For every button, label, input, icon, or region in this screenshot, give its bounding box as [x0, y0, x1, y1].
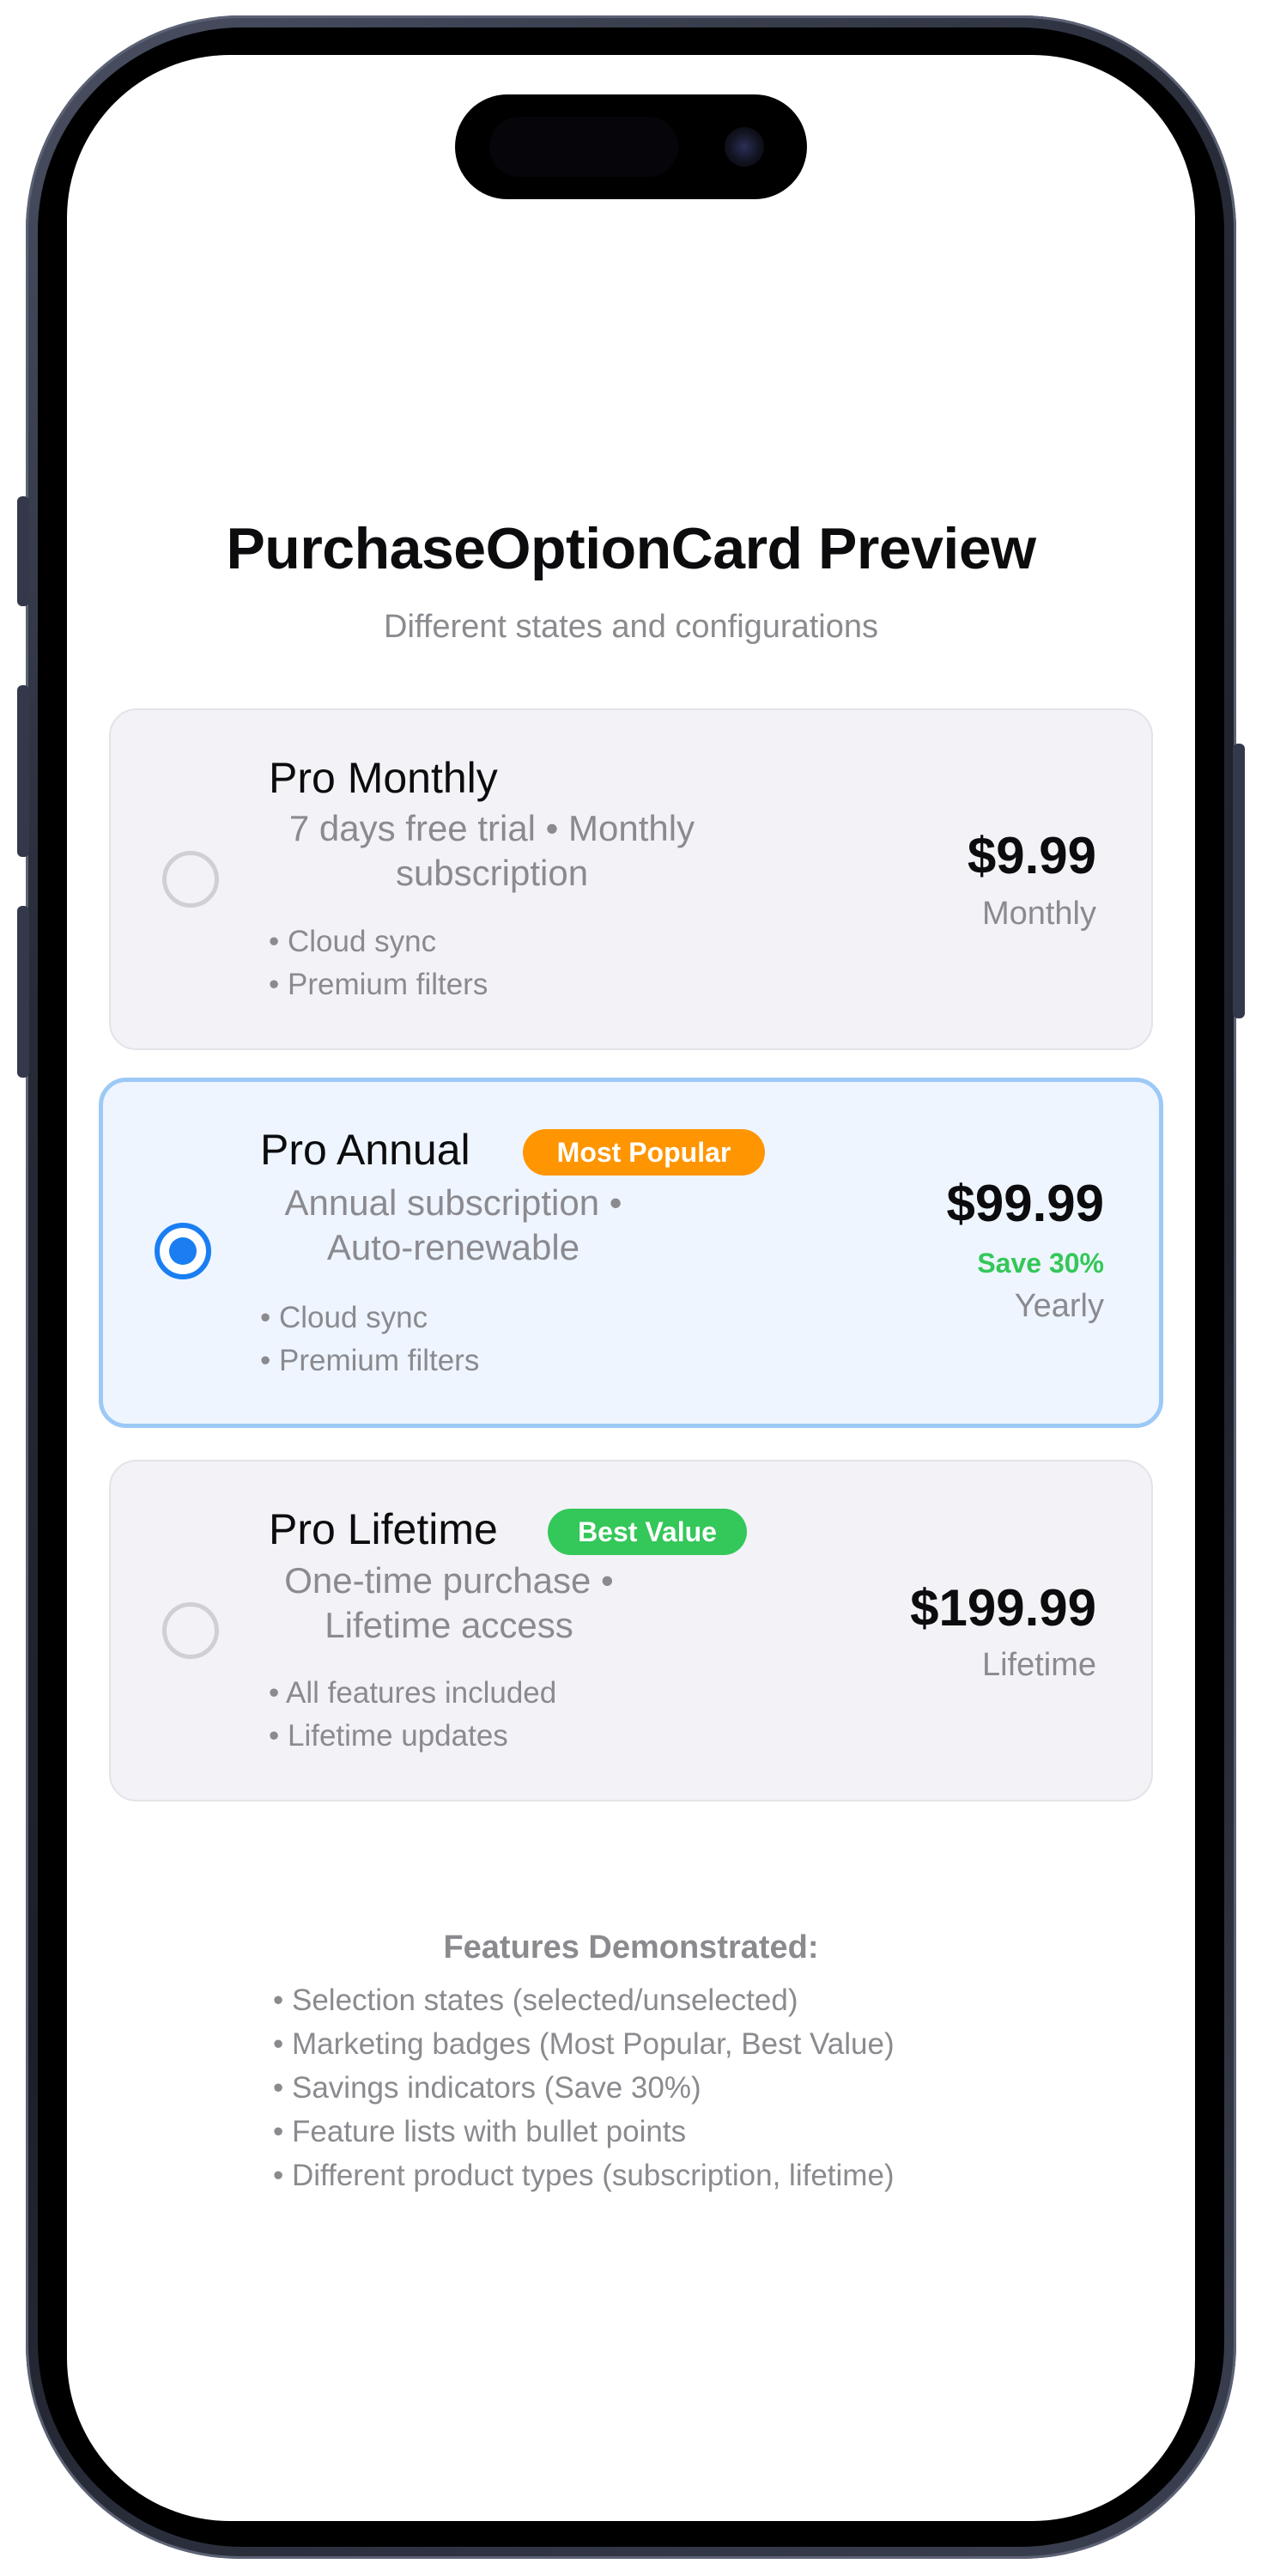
list-item: • Different product types (subscription,… [273, 2159, 895, 2192]
option-description: One-time purchase • Lifetime access [269, 1558, 629, 1648]
purchase-option-card-monthly[interactable]: Pro Monthly 7 days free trial • Monthly … [109, 708, 1153, 1050]
radio-dot [169, 1237, 197, 1265]
description-line: Auto-renewable [326, 1227, 580, 1267]
list-item: • Feature lists with bullet points [273, 2115, 687, 2148]
description-line: 7 days free trial • Monthly [288, 808, 695, 848]
option-price: $199.99 [910, 1579, 1096, 1637]
description-line: Lifetime access [325, 1605, 573, 1645]
list-item: • Marketing badges (Most Popular, Best V… [273, 2027, 895, 2061]
option-name: Pro Lifetime [269, 1505, 498, 1553]
feature-item: • All features included [269, 1676, 557, 1710]
radio-button-selected[interactable] [155, 1223, 211, 1279]
power-button [1233, 744, 1245, 1018]
description-line: Annual subscription • [284, 1182, 622, 1223]
page-subtitle: Different states and configurations [384, 609, 878, 645]
description-line: subscription [395, 853, 589, 893]
feature-item: • Premium filters [269, 968, 488, 1001]
feature-item: • Cloud sync [260, 1301, 428, 1334]
option-price: $9.99 [967, 827, 1096, 884]
list-item: • Selection states (selected/unselected) [273, 1984, 798, 2017]
savings-indicator: Save 30% [977, 1248, 1104, 1279]
feature-list: • Cloud sync • Premium filters [260, 1297, 479, 1382]
badge-most-popular: Most Popular [523, 1129, 765, 1176]
option-description: Annual subscription • Auto-renewable [260, 1181, 646, 1270]
description-line: One-time purchase • [284, 1560, 614, 1601]
dynamic-island [455, 94, 807, 199]
radio-button-unselected[interactable] [162, 851, 219, 908]
volume-down-button [17, 906, 29, 1078]
screen: PurchaseOptionCard Preview Different sta… [67, 55, 1195, 2521]
list-item: • Savings indicators (Save 30%) [273, 2071, 701, 2105]
radio-button-unselected[interactable] [162, 1602, 219, 1659]
features-demonstrated-list: • Selection states (selected/unselected)… [273, 1978, 895, 2197]
billing-period: Lifetime [981, 1647, 1096, 1683]
sensor-housing [489, 117, 678, 177]
purchase-option-card-annual[interactable]: Pro Annual Most Popular Annual subscript… [99, 1078, 1163, 1428]
billing-period: Yearly [1014, 1288, 1104, 1324]
features-section-title: Features Demonstrated: [443, 1929, 819, 1965]
feature-list: • Cloud sync • Premium filters [269, 920, 488, 1006]
option-description: 7 days free trial • Monthly subscription [269, 806, 715, 896]
option-name: Pro Annual [260, 1126, 470, 1174]
option-name: Pro Monthly [269, 754, 498, 802]
feature-item: • Cloud sync [269, 925, 437, 958]
option-price: $99.99 [946, 1175, 1104, 1232]
page-title: PurchaseOptionCard Preview [226, 516, 1036, 581]
feature-item: • Premium filters [260, 1344, 480, 1377]
volume-up-button [17, 685, 29, 857]
action-button [17, 496, 29, 606]
feature-item: • Lifetime updates [269, 1719, 508, 1753]
purchase-option-card-lifetime[interactable]: Pro Lifetime Best Value One-time purchas… [109, 1460, 1153, 1801]
billing-period: Monthly [981, 896, 1096, 932]
front-camera-icon [725, 127, 764, 167]
badge-best-value: Best Value [548, 1509, 747, 1555]
feature-list: • All features included • Lifetime updat… [269, 1672, 556, 1758]
